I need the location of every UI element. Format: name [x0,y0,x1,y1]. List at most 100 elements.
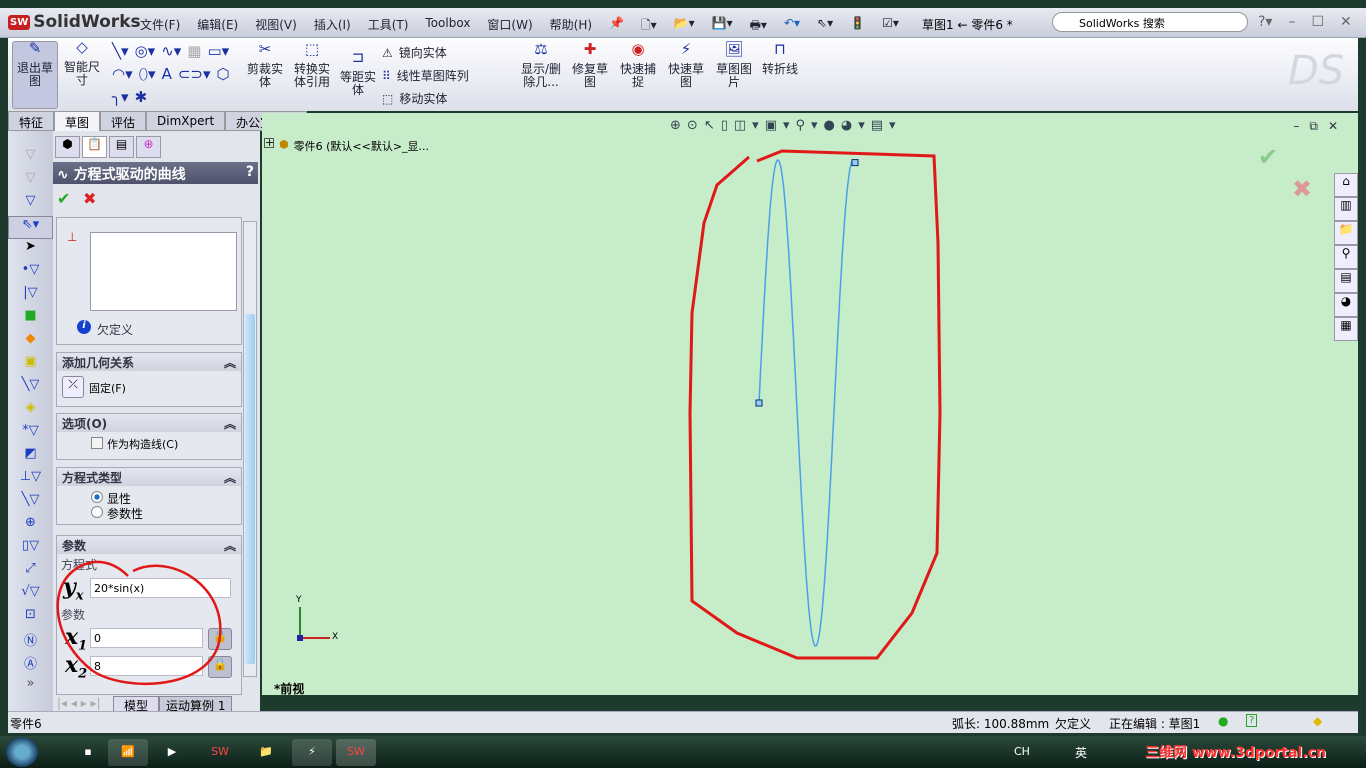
sketch-picture-button[interactable]: 🖼 草图图片 [712,42,756,89]
filter-toggle-icon[interactable]: ▽ [8,170,53,193]
taskbar-app-3[interactable]: ⚡ [292,739,332,766]
relations-list[interactable] [90,232,237,311]
slot-icon[interactable]: ⊂⊃▾ [178,65,211,83]
help-icon[interactable]: ?▾ [1258,14,1272,30]
select-icon[interactable]: ⇖▾ [817,16,833,37]
pin-icon[interactable]: 📌 [609,16,624,37]
start-button[interactable] [6,737,38,767]
show-delete-relations-button[interactable]: ⚖ 显示/删除几... [518,42,564,89]
taskbar-app-2[interactable]: 📶 [108,739,148,766]
filter-sketch-segments-icon[interactable]: ◩ [8,446,53,469]
rebuild-icon[interactable]: 🚦 [850,16,865,37]
filter-surface-icon[interactable]: ◆ [8,331,53,354]
mirror-button[interactable]: ⚠ 镜向实体 [382,44,447,61]
taskbar-solidworks-active[interactable]: SW [336,739,376,766]
menu-edit[interactable]: 编辑(E) [197,16,238,37]
curve-start-point[interactable] [755,399,763,407]
exit-sketch-button[interactable]: ✎ 退出草图 [12,41,58,109]
quick-snap-button[interactable]: ◉ 快速捕捉 [618,42,658,89]
filter-center-marks-icon[interactable]: ╲▽ [8,492,53,515]
trim-button[interactable]: ✂ 剪裁实体 [244,42,286,89]
maximize-button[interactable]: ☐ [1311,14,1324,30]
filter-datum-icon[interactable]: ⊡ [8,607,53,630]
curve-end-point[interactable] [851,159,859,167]
taskbar-explorer[interactable]: 📁 [246,739,286,766]
taskbar-solidworks[interactable]: SW [200,739,240,766]
tag-icon[interactable]: ◆ [1313,714,1322,728]
explicit-radio[interactable] [91,491,103,503]
tab-sketch[interactable]: 草图 [54,111,101,132]
collapse-icon[interactable]: ︽ [224,415,236,431]
circle-icon[interactable]: ◎▾ [135,42,156,60]
filter-faces-icon[interactable]: ■ [8,308,53,331]
fillet-icon[interactable]: ╮▾ [112,88,129,106]
quick-tips-icon[interactable]: ? [1246,714,1258,727]
grid-icon[interactable]: ▦ [187,42,201,60]
repair-sketch-button[interactable]: ✚ 修复草图 [570,42,610,89]
line-icon[interactable]: ╲▾ [112,42,129,60]
ime-indicator[interactable]: 英 [1075,744,1087,761]
more-icon[interactable]: » [8,676,53,699]
fix-relation-button[interactable]: ⤫ [62,376,84,398]
convert-button[interactable]: ⬚ 转换实体引用 [290,42,334,89]
select-all-icon[interactable]: ➤ [8,239,53,262]
taskbar-media[interactable]: ▶ [152,739,192,766]
rectangle-icon[interactable]: ▭▾ [207,42,229,60]
collapse-icon[interactable]: ︽ [224,354,236,370]
filter-dimensions-icon[interactable]: ▯▽ [8,538,53,561]
ellipse-icon[interactable]: ⬯▾ [139,65,156,83]
filter-edges-icon[interactable]: |▽ [8,285,53,308]
point-icon[interactable]: ✱ [135,88,148,106]
cancel-button[interactable]: ✖ [83,189,96,208]
collapse-icon[interactable]: ︽ [224,469,236,485]
text-icon[interactable]: A [162,65,172,83]
tab-evaluate[interactable]: 评估 [100,111,147,131]
print-icon[interactable]: 🖶▾ [750,16,767,37]
tab-dimxpert[interactable]: DimXpert [146,111,226,131]
minimize-button[interactable]: – [1288,14,1295,30]
construction-checkbox[interactable] [91,437,103,449]
menu-tools[interactable]: 工具(T) [368,16,409,37]
parametric-radio[interactable] [91,506,103,518]
options-icon[interactable]: ☑▾ [882,16,899,37]
filter-surface-finish-icon[interactable]: ⤢ [8,561,53,584]
save-icon[interactable]: 💾▾ [712,16,733,37]
select-arrow-icon[interactable]: ⇖▾ [8,216,53,239]
menu-view[interactable]: 视图(V) [255,16,297,37]
graphics-area[interactable]: ⊕⊙↖▯◫▾▣▾⚲▾●◕▾▤▾ –⧉✕ + ⬢ 零件6 (默认<<默认>_显..… [262,113,1358,696]
offset-button[interactable]: ⊐ 等距实体 [338,50,378,97]
new-icon[interactable]: 🗋▾ [641,16,657,37]
rebuild-light-icon[interactable]: ● [1218,714,1228,728]
rapid-sketch-button[interactable]: ⚡ 快速草图 [666,42,706,89]
undo-icon[interactable]: ↶▾ [784,16,800,37]
spline-icon[interactable]: ∿▾ [161,42,181,60]
filter-planes-icon[interactable]: ◈ [8,400,53,423]
dim-manager-tab[interactable]: ⊕ [136,136,161,158]
filter-notes-icon[interactable]: Ⓝ [8,630,53,653]
filter-midpoints-icon[interactable]: ⊥▽ [8,469,53,492]
open-icon[interactable]: 📂▾ [674,16,695,37]
filter-vertices-icon[interactable]: •▽ [8,262,53,285]
filter-blocks-icon[interactable]: Ⓐ [8,653,53,676]
menu-insert[interactable]: 插入(I) [314,16,351,37]
taskbar-app-1[interactable]: ▪ [68,739,108,766]
jog-line-button[interactable]: ⊓ 转折线 [758,42,802,76]
app-logo[interactable]: SW SolidWorks [8,12,141,32]
filter-clear-icon[interactable]: ▽ [8,193,53,216]
smart-dimension-button[interactable]: ◇ 智能尺寸 [62,40,102,87]
menu-window[interactable]: 窗口(W) [487,16,532,37]
search-input[interactable]: SolidWorks 搜索 [1052,12,1248,32]
filter-axes-icon[interactable]: ╲▽ [8,377,53,400]
help-icon[interactable]: ? [246,164,254,182]
menu-file[interactable]: 文件(F) [140,16,180,37]
move-button[interactable]: ⬚ 移动实体 [382,90,447,107]
arc-icon[interactable]: ◠▾ [112,65,133,83]
config-manager-tab[interactable]: ▤ [109,136,134,158]
polygon-icon[interactable]: ⬡ [217,65,230,83]
close-button[interactable]: ✕ [1340,14,1352,30]
filter-geometric-tol-icon[interactable]: √▽ [8,584,53,607]
filter-sketch-points-icon[interactable]: *▽ [8,423,53,446]
equation-curve[interactable] [758,159,856,647]
menu-toolbox[interactable]: Toolbox [425,16,470,37]
filter-solid-icon[interactable]: ▣ [8,354,53,377]
